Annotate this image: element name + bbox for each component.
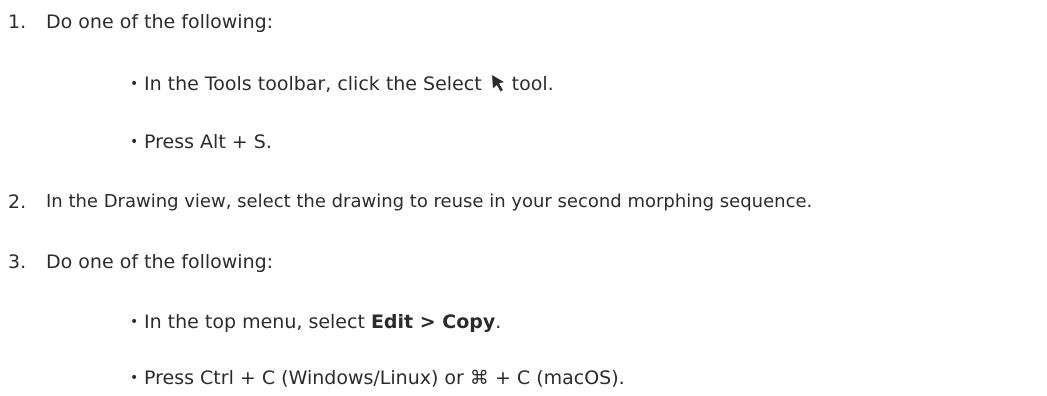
bullet-text-pre: In the Tools toolbar, click the Select: [144, 73, 482, 95]
step-text: Do one of the following:: [46, 11, 274, 33]
bullet-text: Press Alt + S.: [144, 131, 272, 153]
bullet-dot: •: [130, 134, 139, 150]
step-number: 3.: [8, 251, 27, 273]
step-text: Do one of the following:: [46, 251, 274, 273]
bullet-text-post: tool.: [511, 73, 554, 95]
bullet-dot: •: [130, 76, 139, 92]
menu-path: Edit > Copy: [370, 311, 496, 333]
select-arrow-icon: [491, 75, 504, 92]
bullet-dot: •: [130, 314, 139, 330]
bullet-text-post: .: [495, 311, 502, 333]
step-text: In the Drawing view, select the drawing …: [46, 191, 813, 212]
bullet-text: Press Ctrl + C (Windows/Linux) or ⌘ + C …: [144, 367, 625, 389]
bullet-text: In the top menu, select Edit > Copy.: [144, 310, 501, 334]
step-number: 1.: [8, 11, 27, 33]
bullet-dot: •: [130, 370, 139, 386]
step-number: 2.: [8, 191, 27, 213]
bullet-text-pre: In the top menu, select: [144, 311, 371, 333]
bullet-text: In the Tools toolbar, click the Select t…: [144, 72, 554, 96]
